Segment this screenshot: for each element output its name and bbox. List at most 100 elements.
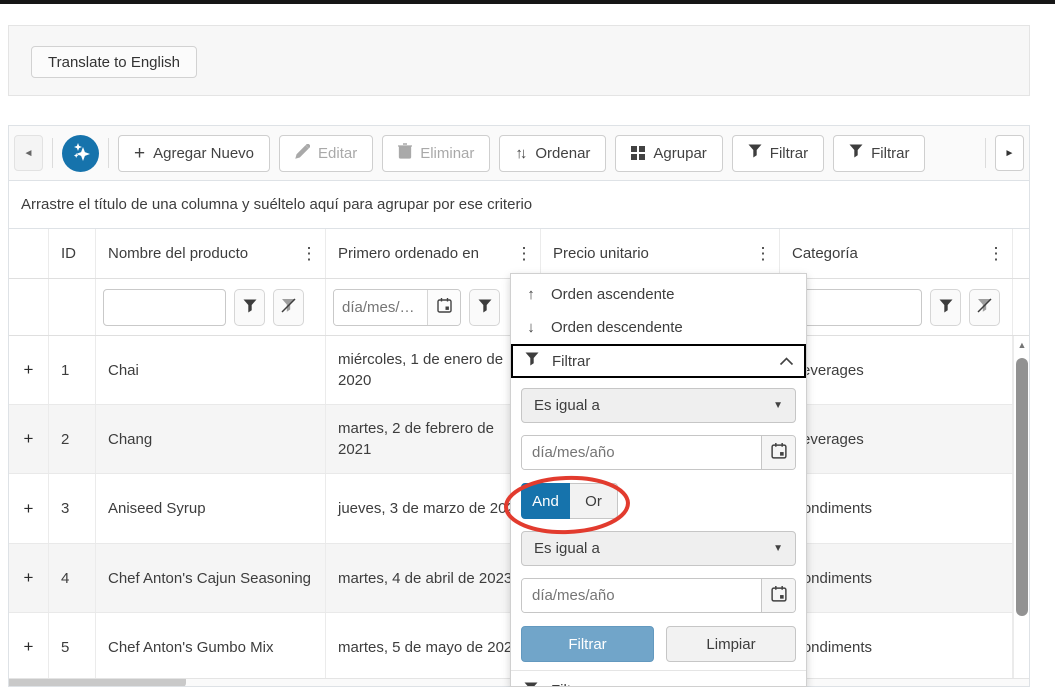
filter-button-2[interactable]: Filtrar bbox=[833, 135, 925, 172]
filter-submit-button[interactable]: Filtrar bbox=[521, 626, 654, 662]
vertical-scrollbar[interactable]: ▲ bbox=[1013, 336, 1029, 678]
add-new-button[interactable]: + Agregar Nuevo bbox=[118, 135, 270, 172]
header-name-label: Nombre del producto bbox=[108, 245, 299, 262]
delete-button[interactable]: Eliminar bbox=[382, 135, 490, 172]
filter-scroll-spacer bbox=[1013, 279, 1029, 335]
calendar-button[interactable] bbox=[427, 290, 460, 325]
translate-to-english-button[interactable]: Translate to English bbox=[31, 46, 197, 78]
filter-form-buttons: Filtrar Limpiar bbox=[521, 626, 796, 662]
operator-select-1[interactable]: Es igual a ▼ bbox=[521, 388, 796, 423]
operator-value: Es igual a bbox=[534, 397, 773, 414]
apply-filter-button[interactable] bbox=[234, 289, 265, 326]
cell-id: 1 bbox=[49, 336, 96, 404]
date-value-input-1[interactable] bbox=[522, 436, 761, 469]
group-drop-panel: Arrastre el título de una columna y suél… bbox=[9, 181, 1029, 229]
funnel-icon bbox=[523, 682, 539, 687]
calendar-icon bbox=[770, 585, 788, 606]
menu-item-sort-ascending[interactable]: ↑ Orden ascendente bbox=[511, 278, 806, 311]
apply-filter-button[interactable] bbox=[469, 289, 500, 326]
cell-first-ordered: martes, 2 de febrero de 2021 bbox=[326, 405, 541, 473]
horizontal-scrollbar-thumb[interactable] bbox=[9, 679, 186, 687]
toolbar-prev-button[interactable]: ◄ bbox=[14, 135, 43, 171]
column-menu-button[interactable]: ⋮ bbox=[514, 245, 534, 262]
sort-arrows-icon: ↑↓ bbox=[515, 145, 527, 162]
pencil-icon bbox=[295, 144, 310, 163]
funnel-icon bbox=[478, 299, 492, 316]
header-unit-price[interactable]: Precio unitario ⋮ bbox=[541, 229, 780, 278]
cell-product-name: Chef Anton's Cajun Seasoning bbox=[96, 544, 326, 612]
arrow-down-icon: ↓ bbox=[523, 319, 539, 336]
caret-down-icon: ▼ bbox=[773, 400, 783, 411]
menu-item-filter-expanded[interactable]: Filtrar bbox=[511, 344, 806, 378]
apply-filter-button[interactable] bbox=[930, 289, 961, 326]
grid-header-row: ID Nombre del producto ⋮ Primero ordenad… bbox=[9, 229, 1029, 279]
header-product-name[interactable]: Nombre del producto ⋮ bbox=[96, 229, 326, 278]
filter-clear-button[interactable]: Limpiar bbox=[666, 626, 796, 662]
filter-category-cell bbox=[780, 279, 1013, 335]
category-filter-input[interactable] bbox=[787, 289, 922, 326]
funnel-icon bbox=[524, 352, 540, 370]
calendar-button[interactable] bbox=[761, 579, 795, 612]
header-id[interactable]: ID bbox=[49, 229, 96, 278]
cell-first-ordered: martes, 4 de abril de 2023 bbox=[326, 544, 541, 612]
logic-or-button[interactable]: Or bbox=[570, 483, 618, 519]
expand-row-button[interactable]: + bbox=[9, 474, 49, 543]
arrow-up-icon: ↑ bbox=[523, 286, 539, 303]
toolbar-next-button[interactable]: ► bbox=[995, 135, 1024, 171]
window-top-edge bbox=[0, 0, 1055, 4]
cell-product-name: Chef Anton's Gumbo Mix bbox=[96, 613, 326, 678]
expand-row-button[interactable]: + bbox=[9, 544, 49, 612]
chevron-down-icon bbox=[781, 682, 796, 687]
vertical-scrollbar-thumb[interactable] bbox=[1016, 358, 1028, 616]
calendar-button[interactable] bbox=[761, 436, 795, 469]
sort-descending-label: Orden descendente bbox=[551, 319, 683, 336]
sort-ascending-label: Orden ascendente bbox=[551, 286, 674, 303]
header-category[interactable]: Categoría ⋮ bbox=[780, 229, 1013, 278]
filter-label: Filtrar bbox=[770, 145, 808, 162]
column-menu-button[interactable]: ⋮ bbox=[299, 245, 319, 262]
sort-button[interactable]: ↑↓ Ordenar bbox=[499, 135, 606, 172]
expand-row-button[interactable]: + bbox=[9, 336, 49, 404]
cell-id: 4 bbox=[49, 544, 96, 612]
plus-icon: + bbox=[134, 144, 145, 163]
delete-label: Eliminar bbox=[420, 145, 474, 162]
funnel-slash-icon bbox=[977, 298, 992, 316]
header-first-ordered[interactable]: Primero ordenado en ⋮ bbox=[326, 229, 541, 278]
filter-item-label: Filtrar bbox=[552, 353, 767, 370]
cell-category: Beverages bbox=[780, 405, 1013, 473]
toolbar-separator bbox=[985, 138, 986, 168]
column-menu-button[interactable]: ⋮ bbox=[986, 245, 1006, 262]
ai-assistant-button[interactable] bbox=[62, 135, 99, 172]
operator-select-2[interactable]: Es igual a ▼ bbox=[521, 531, 796, 566]
cell-product-name: Chai bbox=[96, 336, 326, 404]
menu-item-sort-descending[interactable]: ↓ Orden descendente bbox=[511, 311, 806, 344]
header-expand-column bbox=[9, 229, 49, 278]
filter-label: Filtrar bbox=[871, 145, 909, 162]
date-value-input-2[interactable] bbox=[522, 579, 761, 612]
column-menu-button[interactable]: ⋮ bbox=[753, 245, 773, 262]
name-filter-input[interactable] bbox=[103, 289, 226, 326]
edit-button[interactable]: Editar bbox=[279, 135, 373, 172]
cell-first-ordered: jueves, 3 de marzo de 2022 bbox=[326, 474, 541, 543]
date-filter-field bbox=[333, 289, 461, 326]
cell-id: 2 bbox=[49, 405, 96, 473]
clear-filter-button[interactable] bbox=[273, 289, 304, 326]
sparkles-icon bbox=[70, 141, 92, 166]
expand-row-button[interactable]: + bbox=[9, 405, 49, 473]
cell-id: 5 bbox=[49, 613, 96, 678]
date-value-field-2 bbox=[521, 578, 796, 613]
grid-squares-icon bbox=[631, 146, 645, 160]
filter-button-1[interactable]: Filtrar bbox=[732, 135, 824, 172]
cell-id: 3 bbox=[49, 474, 96, 543]
logic-toggle: And Or bbox=[521, 483, 796, 519]
logic-and-button[interactable]: And bbox=[521, 483, 570, 519]
toolbar-separator bbox=[108, 138, 109, 168]
clear-filter-button[interactable] bbox=[969, 289, 1000, 326]
header-scroll-spacer bbox=[1013, 229, 1029, 278]
date-filter-input[interactable] bbox=[334, 290, 427, 325]
expand-row-button[interactable]: + bbox=[9, 613, 49, 678]
menu-item-filter-second[interactable]: Filtrar bbox=[511, 670, 806, 687]
scroll-up-arrow-icon[interactable]: ▲ bbox=[1014, 340, 1030, 350]
operator-value: Es igual a bbox=[534, 540, 773, 557]
group-button[interactable]: Agrupar bbox=[615, 135, 722, 172]
